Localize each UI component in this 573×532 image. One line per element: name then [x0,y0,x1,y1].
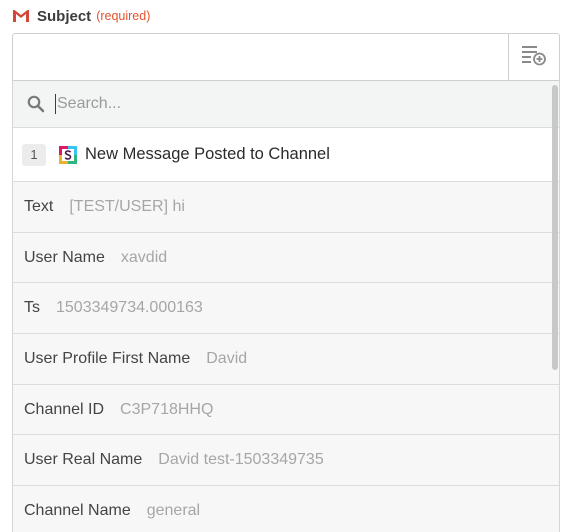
search-bar [13,81,559,128]
step-title: New Message Posted to Channel [85,145,330,163]
field-option-value: 1503349734.000163 [56,299,203,317]
search-icon [27,95,45,113]
insert-field-button[interactable] [508,34,559,80]
field-option-value: David [206,349,248,367]
field-option-value: C3P718HHQ [120,400,214,418]
field-option[interactable]: Channel ID C3P718HHQ [13,384,559,436]
field-option[interactable]: Channel Name general [13,486,559,532]
list-add-icon [521,44,547,71]
step-number-badge: 1 [22,143,46,166]
field-option-label: Ts [24,299,40,317]
field-option[interactable]: User Name xavdid [13,232,559,284]
field-option-value: xavdid [120,248,168,266]
field-option-label: User Profile First Name [24,349,191,367]
field-option[interactable]: User Real Name David test-1503349735 [13,435,559,487]
field-option[interactable]: Ts 1503349734.000163 [13,283,559,335]
field-option-label: Text [24,197,54,215]
field-option-label: User Real Name [24,451,143,469]
field-label-row: Subject (required) [12,6,150,26]
field-option[interactable]: User Profile First Name David [13,334,559,385]
field-option-value: David test-1503349735 [158,451,324,469]
field-picker-dropdown: 1 New Message Posted to Channel Text [TE… [12,81,560,532]
slack-icon [59,145,77,164]
field-option-value: [TEST/USER] hi [69,197,185,215]
scrollbar-thumb[interactable] [552,85,558,370]
field-option-label: Channel ID [24,400,105,418]
field-option-label: User Name [24,248,105,266]
required-indicator: (required) [96,9,151,23]
field-option[interactable]: Text [TEST/USER] hi [13,182,559,233]
field-label: Subject [37,7,92,25]
trigger-step-header: 1 New Message Posted to Channel [13,128,559,182]
subject-input[interactable] [12,33,560,81]
text-caret [55,94,56,114]
field-option-label: Channel Name [24,501,131,519]
search-input[interactable] [57,95,507,113]
field-option-value: general [146,501,201,519]
gmail-icon [12,9,30,23]
